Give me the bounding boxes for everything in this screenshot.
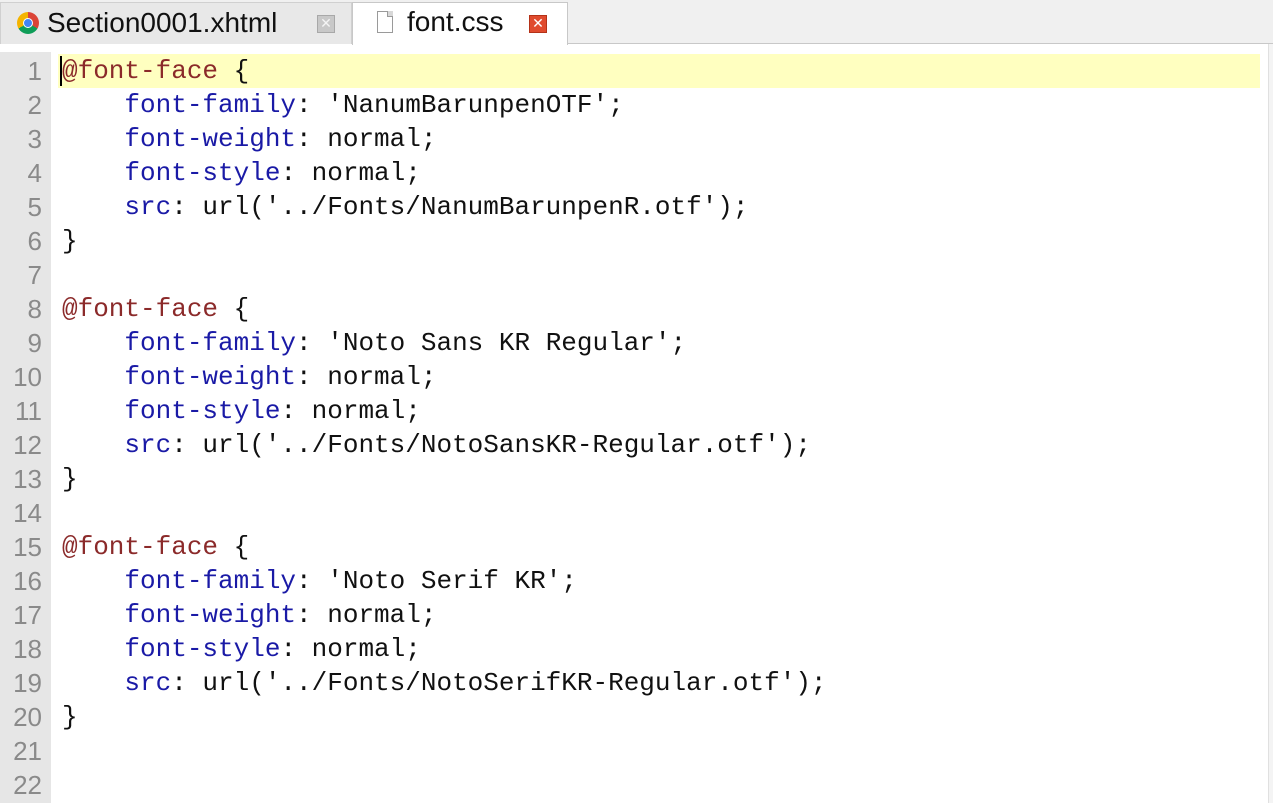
code-token: : 'Noto Serif KR'; [296, 566, 577, 596]
line-number: 10 [13, 362, 42, 392]
code-token: : normal; [296, 600, 437, 630]
line-number: 14 [13, 498, 42, 528]
code-line[interactable]: } [62, 462, 78, 496]
chrome-icon [17, 12, 39, 34]
line-number: 9 [27, 328, 42, 358]
code-token: src [62, 668, 172, 698]
tab-bar: Section0001.xhtml ✕ font.css ✕ [0, 0, 1273, 45]
code-token: font-style [62, 396, 281, 426]
code-token: @font-face [62, 532, 219, 562]
code-token: font-style [62, 158, 281, 188]
code-line[interactable]: src: url('../Fonts/NotoSerifKR-Regular.o… [62, 666, 827, 700]
code-token: font-family [62, 566, 297, 596]
line-number: 13 [13, 464, 42, 494]
code-token: : normal; [296, 124, 437, 154]
tab-font-css[interactable]: font.css ✕ [352, 2, 568, 45]
editor-scrollbar[interactable] [1268, 44, 1273, 803]
close-icon[interactable]: ✕ [317, 15, 335, 33]
tab-title: Section0001.xhtml [47, 7, 278, 38]
line-number: 1 [27, 56, 42, 86]
line-number: 18 [13, 634, 42, 664]
code-token: font-family [62, 90, 297, 120]
code-token: } [62, 226, 78, 256]
close-icon[interactable]: ✕ [529, 15, 547, 33]
line-number: 7 [27, 260, 42, 290]
code-line[interactable]: } [62, 700, 78, 734]
code-token: { [218, 56, 250, 86]
code-line[interactable]: font-weight: normal; [62, 122, 436, 156]
code-line[interactable]: font-family: 'Noto Serif KR'; [62, 564, 577, 598]
code-line[interactable]: src: url('../Fonts/NotoSansKR-Regular.ot… [62, 428, 811, 462]
line-number: 19 [13, 668, 42, 698]
line-number: 15 [13, 532, 42, 562]
code-token: : normal; [280, 158, 421, 188]
line-number: 17 [13, 600, 42, 630]
line-number: 6 [27, 226, 42, 256]
code-token: font-family [62, 328, 297, 358]
line-number: 5 [27, 192, 42, 222]
code-token: @font-face [62, 56, 219, 86]
code-line[interactable]: @font-face { [62, 292, 249, 326]
line-number: 3 [27, 124, 42, 154]
line-number: 16 [13, 566, 42, 596]
code-token: : url('../Fonts/NanumBarunpenR.otf'); [171, 192, 749, 222]
code-token: : url('../Fonts/NotoSansKR-Regular.otf')… [171, 430, 811, 460]
code-token: : normal; [296, 362, 437, 392]
code-line[interactable]: font-weight: normal; [62, 360, 436, 394]
file-icon [377, 11, 393, 33]
code-token: font-weight [62, 124, 297, 154]
code-token: src [62, 192, 172, 222]
code-line[interactable]: font-style: normal; [62, 394, 421, 428]
code-token: font-weight [62, 600, 297, 630]
code-line[interactable]: font-family: 'Noto Sans KR Regular'; [62, 326, 686, 360]
tab-title: font.css [407, 6, 504, 37]
line-number: 22 [13, 770, 42, 800]
line-number: 4 [27, 158, 42, 188]
line-number: 12 [13, 430, 42, 460]
code-line[interactable]: @font-face { [62, 530, 249, 564]
code-token: font-weight [62, 362, 297, 392]
code-token: : normal; [280, 634, 421, 664]
tab-section0001-xhtml[interactable]: Section0001.xhtml ✕ [0, 2, 352, 44]
code-token: : url('../Fonts/NotoSerifKR-Regular.otf'… [171, 668, 827, 698]
line-number: 11 [15, 396, 42, 426]
code-line[interactable]: font-weight: normal; [62, 598, 436, 632]
code-token: { [218, 532, 250, 562]
line-number: 2 [27, 90, 42, 120]
code-token: : normal; [280, 396, 421, 426]
code-token: : 'NanumBarunpenOTF'; [296, 90, 624, 120]
code-line[interactable]: @font-face { [62, 54, 249, 88]
line-number: 8 [27, 294, 42, 324]
line-number: 20 [13, 702, 42, 732]
code-token: src [62, 430, 172, 460]
code-token: font-style [62, 634, 281, 664]
code-line[interactable]: font-style: normal; [62, 632, 421, 666]
code-line[interactable]: font-style: normal; [62, 156, 421, 190]
text-caret [60, 56, 62, 86]
code-line[interactable]: font-family: 'NanumBarunpenOTF'; [62, 88, 624, 122]
code-token: { [218, 294, 250, 324]
code-token: } [62, 702, 78, 732]
line-number: 21 [13, 736, 42, 766]
code-line[interactable]: src: url('../Fonts/NanumBarunpenR.otf'); [62, 190, 749, 224]
code-token: @font-face [62, 294, 219, 324]
code-token: : 'Noto Sans KR Regular'; [296, 328, 687, 358]
code-line[interactable]: } [62, 224, 78, 258]
code-token: } [62, 464, 78, 494]
